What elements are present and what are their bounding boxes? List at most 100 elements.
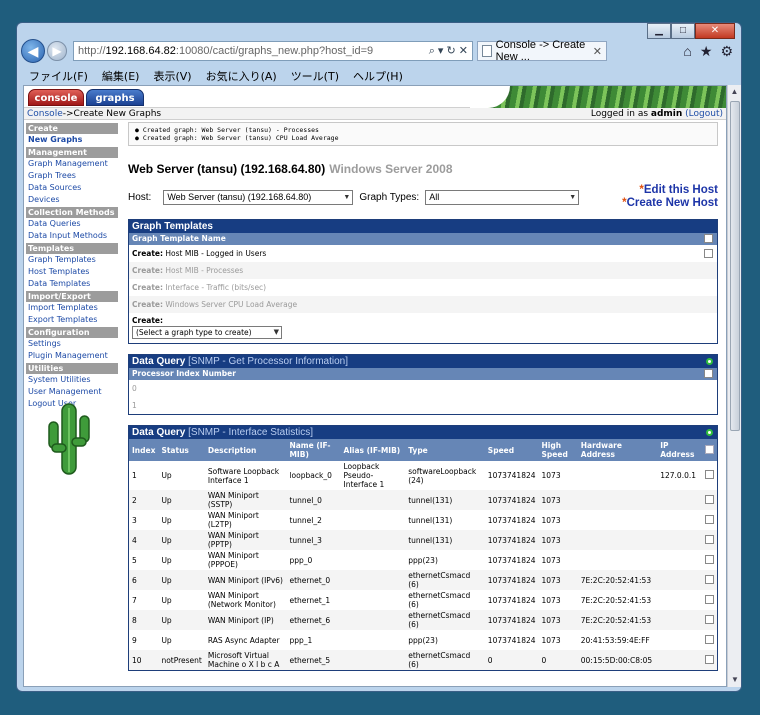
sidebar-item[interactable]: Plugin Management [26,350,118,362]
graph-type-select[interactable]: (Select a graph type to create) [132,326,282,339]
address-bar[interactable]: http://192.168.64.82:10080/cacti/graphs_… [73,41,473,61]
back-button[interactable]: ◀ [21,39,45,63]
sidebar-item[interactable]: User Management [26,386,118,398]
interface-cell: ethernetCsmacd (6) [405,570,485,590]
interface-cell: Up [158,530,205,550]
sidebar-item[interactable]: Import Templates [26,302,118,314]
interface-cell: tunnel_0 [286,490,341,510]
interface-row[interactable]: 5 Up WAN Miniport (PPPOE) ppp_0 ppp(23) 10737… [129,550,717,570]
sidebar-item[interactable]: Graph Management [26,158,118,170]
interface-cell: 1073741824 [487,595,536,605]
column-header[interactable]: Speed [484,439,539,461]
interface-row[interactable]: 6 Up WAN Miniport (IPv6) ethernet_0 ethernet… [129,570,717,590]
sidebar-item[interactable]: Graph Trees [26,170,118,182]
tab-title: Console -> Create New ... [495,39,586,63]
interface-cell [657,630,702,650]
sidebar-item[interactable]: Data Input Methods [26,230,118,242]
menu-file[interactable]: ファイル(F) [29,68,88,84]
scroll-thumb[interactable] [730,101,740,431]
forward-button[interactable]: ▶ [47,41,67,61]
sidebar-item[interactable]: Devices [26,194,118,206]
tab-graphs[interactable]: graphs [86,89,144,106]
sidebar-section-header: Management [26,147,118,158]
template-row: Create: Host MIB - Logged in Users [129,245,717,262]
interface-row[interactable]: 3 Up WAN Miniport (L2TP) tunnel_2 tunnel(131… [129,510,717,530]
breadcrumb-console-link[interactable]: Console [27,109,63,119]
column-header[interactable]: Name (IF-MIB) [286,439,341,461]
column-header[interactable]: Status [158,439,205,461]
column-header[interactable]: Description [204,439,287,461]
row-checkbox[interactable] [705,574,714,584]
interface-row[interactable]: 8 Up WAN Miniport (IP) ethernet_6 ethernetCs… [129,610,717,630]
interface-row[interactable]: 4 Up WAN Miniport (PPTP) tunnel_3 tunnel(131… [129,530,717,550]
interface-cell [657,550,702,570]
row-checkbox[interactable] [705,634,714,644]
vertical-scrollbar[interactable]: ▲ ▼ [727,85,741,687]
row-checkbox[interactable] [705,554,714,564]
breadcrumb-separator: -> [62,108,74,119]
processor-row[interactable]: 1 [129,397,717,414]
favorites-star-icon[interactable]: ★ [700,43,713,60]
sidebar-item[interactable]: Export Templates [26,314,118,326]
interface-cell: WAN Miniport (Network Monitor) [207,591,276,609]
template-checkbox[interactable] [704,249,713,258]
sidebar-item[interactable]: Data Queries [26,218,118,230]
row-checkbox[interactable] [705,654,714,664]
sidebar-item[interactable]: Data Templates [26,278,118,290]
sidebar-item[interactable]: Graph Templates [26,254,118,266]
create-host-link[interactable]: Create New Host [627,197,718,209]
tab-close-icon[interactable]: ✕ [593,45,602,58]
column-header[interactable]: High Speed [538,439,578,461]
menu-favorites[interactable]: お気に入り(A) [206,68,277,84]
menu-view[interactable]: 表示(V) [153,68,191,84]
sidebar-item[interactable]: Data Sources [26,182,118,194]
interface-cell [340,530,406,550]
column-header[interactable]: Hardware Address [577,439,658,461]
interface-row[interactable]: 2 Up WAN Miniport (SSTP) tunnel_0 tunnel(131… [129,490,717,510]
interface-row[interactable]: 7 Up WAN Miniport (Network Monitor) etherne… [129,590,717,610]
browser-tab[interactable]: Console -> Create New ... ✕ [477,39,607,63]
address-actions-icon[interactable]: ⌕ ▾ ↻ ✕ [429,44,468,58]
interface-cell: tunnel(131) [405,530,485,550]
sidebar-item[interactable]: Settings [26,338,118,350]
row-checkbox[interactable] [705,470,714,479]
select-all-checkbox[interactable] [704,234,713,243]
menu-edit[interactable]: 編集(E) [102,68,140,84]
row-checkbox[interactable] [705,594,714,604]
sidebar-item[interactable]: System Utilities [26,374,118,386]
sidebar-item[interactable]: New Graphs [26,134,118,146]
processor-row[interactable]: 0 [129,380,717,397]
graph-templates-title: Graph Templates [129,220,717,233]
row-checkbox[interactable] [705,494,714,504]
column-header[interactable]: Type [405,439,485,461]
edit-host-link[interactable]: Edit this Host [644,184,718,196]
interface-cell: 4 [129,530,159,550]
interface-cell: 6 [129,570,159,590]
scroll-up-icon[interactable]: ▲ [728,85,741,99]
select-all-checkbox[interactable] [705,444,714,454]
column-header[interactable]: IP Address [657,439,702,461]
row-checkbox[interactable] [705,534,714,544]
interface-cell: 1073741824 [487,471,536,480]
interface-cell: tunnel_3 [286,530,341,550]
tab-console[interactable]: console [28,89,84,106]
select-all-checkbox[interactable] [704,369,713,378]
interface-row[interactable]: 1 Up Software Loopback Interface 1 loopback… [129,461,717,490]
interface-row[interactable]: 10 notPresent Microsoft Virtual Machine o … [129,650,717,670]
row-checkbox[interactable] [705,514,714,524]
interface-cell [578,550,657,570]
menu-tools[interactable]: ツール(T) [291,68,339,84]
home-icon[interactable]: ⌂ [683,43,691,60]
column-header[interactable]: Alias (IF-MIB) [340,439,406,461]
sidebar-item[interactable]: Host Templates [26,266,118,278]
logout-link[interactable]: (Logout) [685,109,723,119]
row-checkbox[interactable] [705,614,714,624]
gear-icon[interactable]: ⚙ [720,43,733,60]
host-select[interactable]: Web Server (tansu) (192.168.64.80) [163,189,354,205]
graph-types-select[interactable]: All [425,189,580,205]
scroll-down-icon[interactable]: ▼ [728,673,741,687]
template-row: Create: Host MIB - Processes [129,262,717,279]
column-header[interactable]: Index [129,439,159,461]
menu-help[interactable]: ヘルプ(H) [353,68,403,84]
interface-row[interactable]: 9 Up RAS Async Adapter ppp_1 ppp(23) 10737418… [129,630,717,650]
